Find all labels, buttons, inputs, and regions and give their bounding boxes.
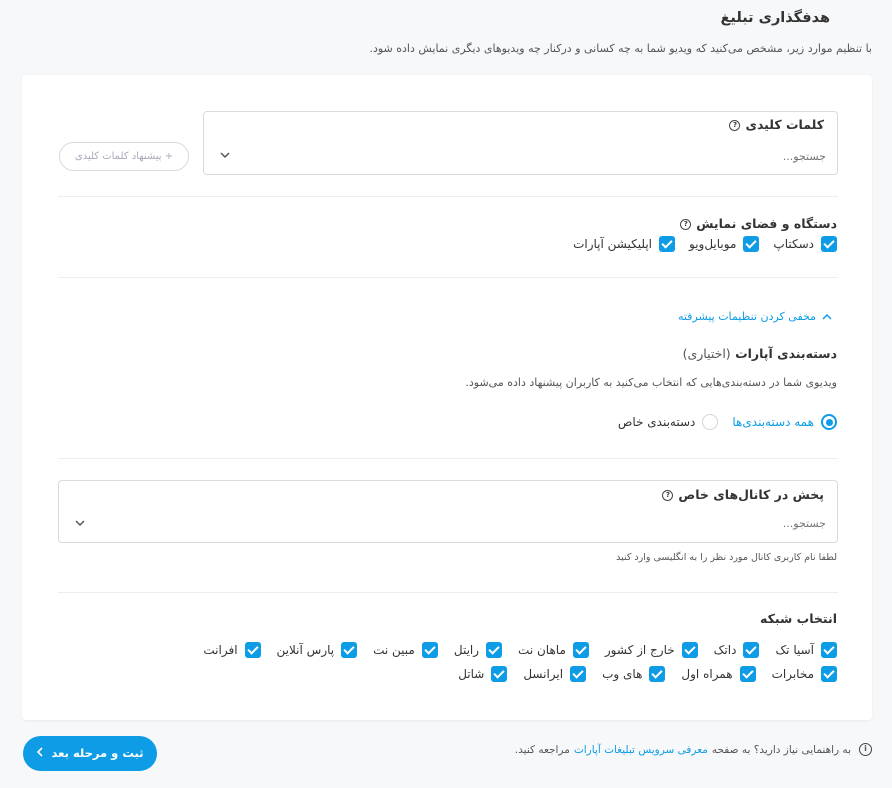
network-row-1: آسیا تک داتک خارج از کشور ماهان نت رایتل… [203,642,837,658]
radio-selected-icon[interactable] [821,414,837,430]
service-intro-link[interactable]: معرفی سرویس تبلیغات آپارات [574,744,708,756]
channels-hint: لطفا نام کاربری کانال مورد نظر را به انگ… [616,552,837,563]
checkbox-checked-icon[interactable] [821,236,837,252]
divider [58,458,838,459]
device-checkbox-app[interactable]: اپلیکیشن آپارات [573,236,675,252]
checkbox-checked-icon[interactable] [821,642,837,658]
channels-search-input[interactable] [406,515,826,531]
network-checkbox[interactable]: های وب [602,666,666,682]
help-icon[interactable]: ? [680,219,692,230]
network-checkbox[interactable]: خارج از کشور [605,642,698,658]
network-checkbox[interactable]: داتک [714,642,760,658]
channels-label: پخش در کانال‌های خاص? [662,487,824,502]
checkbox-checked-icon[interactable] [743,236,760,252]
toggle-advanced-label: مخفی کردن تنظیمات پیشرفته [677,310,816,323]
network-checkbox[interactable]: مبین نت [373,642,438,658]
network-checkbox[interactable]: پارس آنلاین [277,642,358,658]
checkbox-checked-icon[interactable] [244,642,261,658]
checkbox-checked-icon[interactable] [659,236,675,252]
devices-title-text: دستگاه و فضای نمایش [696,216,837,231]
network-checkbox[interactable]: همراه اول [681,666,756,682]
page-title: هدفگذاری تبلیغ [720,10,831,26]
radio-custom-category[interactable]: دسته‌بندی خاص [618,414,719,430]
keywords-label: کلمات کلیدی? [729,117,824,132]
network-title: انتخاب شبکه [760,611,837,626]
category-title: دسته‌بندی آپارات (اختیاری) [683,346,837,361]
devices-checkbox-row: دسکتاپ موبایل‌ویو اپلیکیشن آپارات [573,236,837,252]
checkbox-checked-icon[interactable] [570,666,587,682]
checkbox-checked-icon[interactable] [743,642,760,658]
checkbox-checked-icon[interactable] [572,642,589,658]
checkbox-checked-icon[interactable] [491,666,508,682]
category-title-text: دسته‌بندی آپارات [735,346,837,361]
checkbox-checked-icon[interactable] [486,642,503,658]
keywords-search-input[interactable] [446,148,826,164]
network-checkbox[interactable]: شاتل [458,666,508,682]
help-icon[interactable]: ? [662,490,674,501]
channels-label-text: پخش در کانال‌های خاص [678,487,824,502]
network-row-2: مخابرات همراه اول های وب ایرانسل شاتل [458,666,837,682]
checkbox-checked-icon[interactable] [821,666,837,682]
page-description: با تنظیم موارد زیر، مشخص می‌کنید که ویدی… [369,42,872,55]
footer-suffix: مراجعه کنید. [514,743,570,756]
help-icon[interactable]: ? [729,120,741,131]
device-checkbox-mobileweb[interactable]: موبایل‌ویو [689,236,760,252]
network-checkbox[interactable]: ماهان نت [518,642,589,658]
chevron-down-icon[interactable] [220,152,230,160]
chevron-up-icon [822,310,832,323]
devices-title: دستگاه و فضای نمایش? [680,216,837,231]
submit-next-step-button[interactable]: ثبت و مرحله بعد [23,736,157,771]
radio-unselected-icon[interactable] [702,414,719,430]
network-checkbox[interactable]: افرانت [203,642,261,658]
checkbox-checked-icon[interactable] [739,666,756,682]
checkbox-checked-icon[interactable] [649,666,666,682]
chevron-left-icon [36,736,44,771]
footer-prefix: به راهنمایی نیاز دارید؟ به صفحه [711,743,851,756]
device-checkbox-desktop[interactable]: دسکتاپ [773,236,837,252]
suggest-keywords-button[interactable]: + پیشنهاد کلمات کلیدی [59,142,189,171]
toggle-advanced-settings-link[interactable]: مخفی کردن تنظیمات پیشرفته [678,310,832,323]
info-icon: i [859,743,872,756]
divider [58,196,838,197]
checkbox-checked-icon[interactable] [681,642,698,658]
network-checkbox[interactable]: رایتل [454,642,503,658]
help-footer: i به راهنمایی نیاز دارید؟ به صفحه معرفی … [515,743,872,756]
checkbox-checked-icon[interactable] [341,642,358,658]
category-radio-group: همه دسته‌بندی‌ها دسته‌بندی خاص [618,414,837,430]
checkbox-checked-icon[interactable] [421,642,438,658]
network-checkbox[interactable]: آسیا تک [775,642,837,658]
next-button-label: ثبت و مرحله بعد [51,746,144,760]
divider [58,592,838,593]
category-optional: (اختیاری) [682,346,731,361]
chevron-down-icon[interactable] [75,520,85,528]
divider [58,277,838,278]
category-description: ویدیوی شما در دسته‌بندی‌هایی که انتخاب م… [465,376,837,389]
keywords-label-text: کلمات کلیدی [745,117,824,132]
radio-all-categories[interactable]: همه دسته‌بندی‌ها [732,414,837,430]
network-checkbox[interactable]: مخابرات [772,666,837,682]
network-checkbox[interactable]: ایرانسل [523,666,587,682]
